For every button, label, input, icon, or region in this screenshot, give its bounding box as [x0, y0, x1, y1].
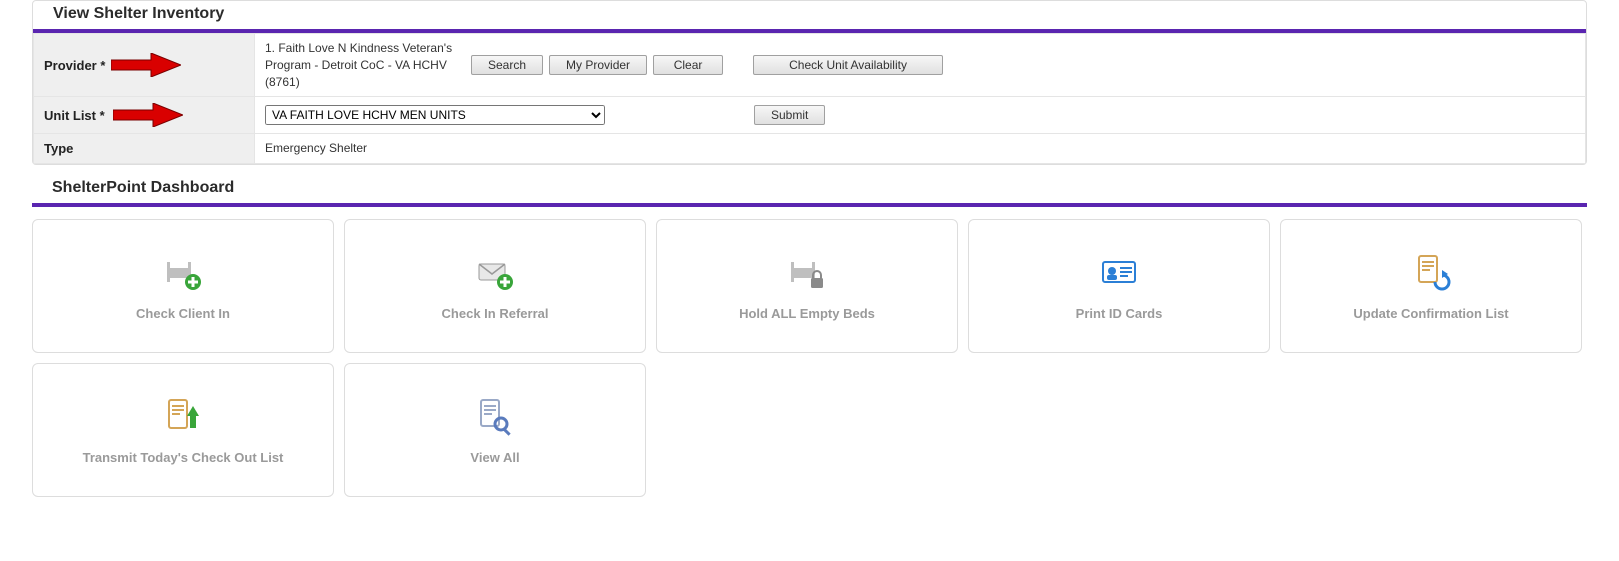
card-label: Transmit Today's Check Out List [83, 450, 284, 465]
type-label: Type [44, 141, 73, 156]
dashboard-grid: Check Client In Check In Referral [32, 207, 1587, 509]
bed-lock-icon [787, 252, 827, 292]
card-label: Hold ALL Empty Beds [739, 306, 875, 321]
card-label: Print ID Cards [1076, 306, 1163, 321]
my-provider-button[interactable]: My Provider [549, 55, 647, 75]
card-label: Update Confirmation List [1353, 306, 1508, 321]
transmit-checkout-list-card[interactable]: Transmit Today's Check Out List [32, 363, 334, 497]
update-confirmation-list-card[interactable]: Update Confirmation List [1280, 219, 1582, 353]
shelter-inventory-panel: View Shelter Inventory Provider * [32, 0, 1587, 165]
submit-button[interactable]: Submit [754, 105, 825, 125]
provider-value: 1. Faith Love N Kindness Veteran's Progr… [265, 40, 465, 90]
unit-list-select[interactable]: VA FAITH LOVE HCHV MEN UNITS [265, 105, 605, 125]
check-in-referral-card[interactable]: Check In Referral [344, 219, 646, 353]
shelter-inventory-title: View Shelter Inventory [33, 1, 1586, 33]
bed-plus-icon [163, 252, 203, 292]
dashboard-title: ShelterPoint Dashboard [32, 175, 1587, 207]
clear-button[interactable]: Clear [653, 55, 723, 75]
provider-label: Provider * [44, 58, 105, 73]
card-label: Check Client In [136, 306, 230, 321]
check-client-in-card[interactable]: Check Client In [32, 219, 334, 353]
shelterpoint-dashboard-panel: ShelterPoint Dashboard Check Client In [32, 175, 1587, 509]
arrow-icon [113, 103, 183, 127]
mail-plus-icon [475, 252, 515, 292]
view-all-card[interactable]: View All [344, 363, 646, 497]
search-button[interactable]: Search [471, 55, 543, 75]
card-label: View All [470, 450, 519, 465]
doc-refresh-icon [1411, 252, 1451, 292]
type-value: Emergency Shelter [265, 141, 367, 155]
doc-up-icon [163, 396, 203, 436]
id-card-icon [1099, 252, 1139, 292]
print-id-cards-card[interactable]: Print ID Cards [968, 219, 1270, 353]
unit-list-label: Unit List * [44, 108, 105, 123]
inventory-form-table: Provider * 1. Faith Love N Kindness Vete… [33, 33, 1586, 164]
check-unit-availability-button[interactable]: Check Unit Availability [753, 55, 943, 75]
arrow-icon [111, 53, 181, 77]
doc-search-icon [475, 396, 515, 436]
card-label: Check In Referral [442, 306, 549, 321]
hold-empty-beds-card[interactable]: Hold ALL Empty Beds [656, 219, 958, 353]
